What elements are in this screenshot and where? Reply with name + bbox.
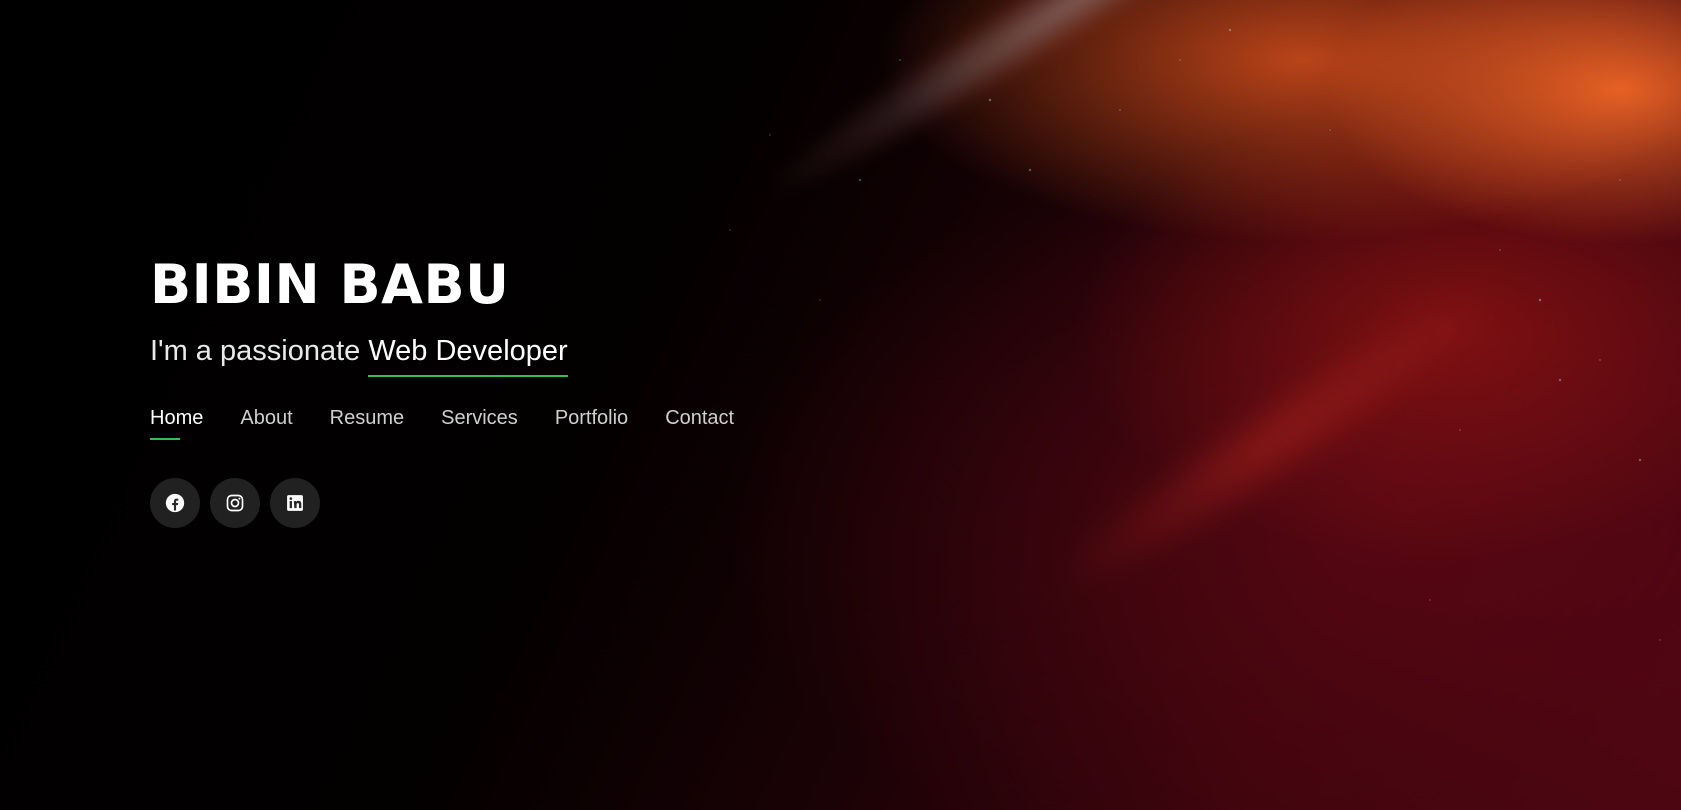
- nav-item-contact[interactable]: Contact: [665, 407, 734, 440]
- main-nav: Home About Resume Services Portfolio Con…: [150, 407, 734, 440]
- nav-item-portfolio[interactable]: Portfolio: [555, 407, 628, 440]
- nav-item-home[interactable]: Home: [150, 407, 203, 440]
- social-links: [150, 477, 734, 528]
- linkedin-link[interactable]: [270, 477, 320, 528]
- nav-item-resume[interactable]: Resume: [330, 407, 404, 440]
- hero-content: BIBIN BABU I'm a passionate Web Develope…: [150, 258, 734, 528]
- instagram-link[interactable]: [210, 477, 260, 528]
- hero-name: BIBIN BABU: [150, 253, 510, 316]
- linkedin-icon: [287, 494, 303, 511]
- facebook-link[interactable]: [150, 477, 200, 528]
- facebook-icon: [165, 493, 185, 512]
- nav-item-services[interactable]: Services: [441, 407, 518, 440]
- instagram-icon: [226, 494, 244, 512]
- nav-item-about[interactable]: About: [240, 407, 292, 440]
- tagline-role: Web Developer: [368, 334, 568, 377]
- hero-section: BIBIN BABU I'm a passionate Web Develope…: [0, 0, 1681, 810]
- tagline-prefix: I'm a passionate: [150, 335, 361, 367]
- hero-tagline: I'm a passionate Web Developer: [150, 334, 734, 377]
